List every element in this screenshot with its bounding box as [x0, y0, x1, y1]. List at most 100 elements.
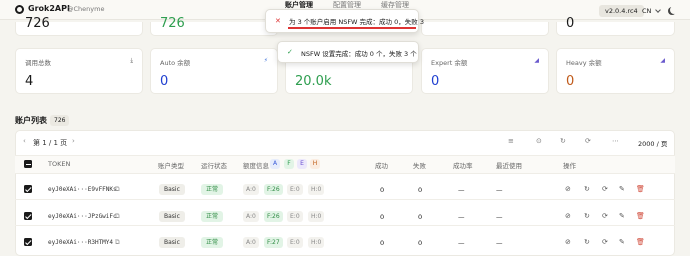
stat-card-auto: Auto 余额 ⚡ 0	[150, 48, 278, 94]
col-success: 成功	[375, 162, 388, 170]
theme-toggle-icon[interactable]	[670, 6, 678, 14]
type-tag: Basic	[159, 184, 185, 195]
fail-count: 0	[418, 239, 423, 247]
delete-icon[interactable]: 🗑	[636, 185, 645, 193]
github-icon[interactable]	[15, 5, 24, 14]
table-row	[15, 227, 675, 253]
stat-card-active: 726	[150, 16, 278, 36]
page-indicator: 第 1 / 1 页	[33, 139, 68, 147]
token-value: eyJ0eXAi···R3HTMY4	[48, 239, 114, 246]
check-quota-icon[interactable]: ⊘	[565, 238, 571, 246]
delete-icon[interactable]: 🗑	[636, 212, 645, 220]
delete-icon[interactable]: 🗑	[636, 238, 645, 246]
refresh-icon[interactable]: ↻	[584, 185, 590, 193]
col-quota: 额度信息	[243, 162, 269, 170]
quota-tag-a: A	[270, 159, 280, 169]
copy-icon[interactable]: ⧉	[115, 212, 120, 221]
quota-f: F:27	[264, 237, 283, 248]
fail-count: 0	[418, 213, 423, 221]
col-token: TOKEN	[48, 160, 71, 168]
select-all-checkbox[interactable]	[24, 160, 32, 168]
check-quota-icon[interactable]: ⊘	[565, 185, 571, 193]
quota-a: A:0	[243, 211, 259, 222]
sync-icon[interactable]: ⟳	[585, 137, 591, 145]
download-icon: ⤓	[130, 57, 133, 64]
stat-card-heavy: Heavy 余额 ◢ 0	[556, 48, 675, 94]
last-used: —	[496, 213, 503, 221]
stat-value: 4	[25, 74, 34, 89]
sync-icon[interactable]: ⟳	[602, 212, 608, 220]
edit-icon[interactable]: ✎	[619, 238, 625, 246]
quota-e: E:0	[287, 211, 303, 222]
stat-value: 0	[160, 74, 169, 89]
token-value: eyJ0eXAi···E9vFFNKs	[48, 186, 117, 193]
table-header	[15, 155, 675, 174]
last-used: —	[496, 239, 503, 247]
copy-icon[interactable]: ⧉	[115, 185, 120, 194]
quota-h: H:0	[308, 211, 325, 222]
last-used: —	[496, 186, 503, 194]
chart-icon: ◢	[660, 57, 665, 64]
list-title: 账户列表	[15, 116, 47, 125]
success-rate: —	[458, 213, 465, 221]
sync-icon[interactable]: ⟳	[602, 238, 608, 246]
error-icon: ✕	[275, 17, 281, 25]
success-count: 0	[380, 186, 385, 194]
refresh-icon[interactable]: ↻	[584, 238, 590, 246]
stat-label: Expert 余额	[431, 59, 468, 67]
check-icon: ✓	[287, 48, 293, 56]
row-checkbox[interactable]	[24, 212, 32, 220]
quota-h: H:0	[308, 184, 325, 195]
error-toast-message: 为 3 个账户启用 NSFW 完成：成功 0，失败 3	[289, 18, 424, 26]
success-toast: ✓ NSFW 设置完成：成功 0 个，失败 3 个	[277, 41, 419, 63]
edit-icon[interactable]: ✎	[619, 185, 625, 193]
stat-card-other	[421, 22, 549, 36]
stat-card-expert: Expert 余额 ◢ 0	[421, 48, 549, 94]
success-toast-message: NSFW 设置完成：成功 0 个，失败 3 个	[301, 50, 417, 58]
col-actions: 操作	[563, 162, 576, 170]
stat-value: 726	[160, 16, 185, 31]
language-select[interactable]: CN	[642, 7, 651, 15]
sync-icon[interactable]: ⟳	[602, 185, 608, 193]
more-icon[interactable]: ⋯	[612, 137, 619, 145]
stat-label: Heavy 余额	[566, 59, 602, 67]
check-quota-icon[interactable]: ⊘	[565, 212, 571, 220]
error-underline	[288, 27, 416, 29]
stat-card-limited: 0	[556, 16, 675, 36]
filter-icon[interactable]: ≡	[508, 137, 514, 145]
col-last-used: 最近使用	[496, 162, 522, 170]
author-handle[interactable]: @Chenyme	[67, 5, 104, 13]
refresh-icon[interactable]: ↻	[584, 212, 590, 220]
refresh-icon[interactable]: ↻	[560, 137, 566, 145]
edit-icon[interactable]: ✎	[619, 212, 625, 220]
success-rate: —	[458, 186, 465, 194]
error-toast: ✕ 为 3 个账户启用 NSFW 完成：成功 0，失败 3	[265, 9, 424, 33]
col-type: 账户类型	[158, 162, 184, 170]
stat-label: Auto 余额	[160, 59, 191, 67]
stat-card-calls: 调用总数 ⤓ 4	[15, 48, 143, 94]
quota-f: F:26	[264, 211, 283, 222]
chevron-down-icon[interactable]	[655, 7, 661, 13]
row-checkbox[interactable]	[24, 238, 32, 246]
status-badge: 正常	[201, 211, 224, 222]
export-icon[interactable]: ⊙	[536, 137, 542, 145]
quota-a: A:0	[243, 237, 259, 248]
quota-tag-h: H	[310, 159, 320, 169]
bolt-icon: ⚡	[263, 57, 268, 64]
status-badge: 正常	[201, 237, 224, 248]
success-rate: —	[458, 239, 465, 247]
stat-value: 0	[566, 16, 575, 31]
stat-value: 726	[25, 16, 50, 31]
copy-icon[interactable]: ⧉	[115, 238, 120, 247]
col-status: 运行状态	[201, 162, 227, 170]
status-badge: 正常	[201, 184, 224, 195]
stat-value: 0	[431, 74, 440, 89]
per-page-select[interactable]: 2000 / 页	[638, 138, 667, 148]
row-checkbox[interactable]	[24, 185, 32, 193]
account-count-badge: 726	[50, 115, 70, 126]
quota-e: E:0	[287, 237, 303, 248]
prev-page-icon[interactable]: ‹	[23, 137, 26, 145]
next-page-icon[interactable]: ›	[72, 137, 75, 145]
quota-tag-e: E	[297, 159, 307, 169]
success-count: 0	[380, 213, 385, 221]
